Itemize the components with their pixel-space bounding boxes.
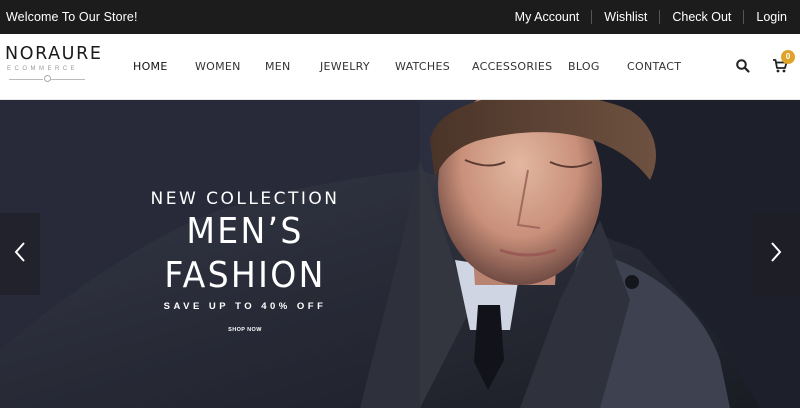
slider-next-button[interactable] <box>752 213 800 295</box>
nav-home[interactable]: HOME <box>133 60 168 74</box>
nav-women[interactable]: WOMEN <box>195 60 241 74</box>
hero-caption: NEW COLLECTION MEN’S FASHION SAVE UP TO … <box>110 188 380 336</box>
wishlist-link[interactable]: Wishlist <box>591 10 659 24</box>
my-account-link[interactable]: My Account <box>503 10 592 24</box>
hero-subtitle: NEW COLLECTION <box>150 189 340 209</box>
nav-blog[interactable]: BLOG <box>568 60 600 74</box>
site-header: NORAURE ECOMMERCE HOME WOMEN MEN JEWELRY… <box>0 34 800 100</box>
login-link[interactable]: Login <box>743 10 792 24</box>
nav-contact[interactable]: CONTACT <box>627 60 681 74</box>
checkout-link[interactable]: Check Out <box>659 10 743 24</box>
nav-accessories[interactable]: ACCESSORIES <box>472 60 552 74</box>
account-links: My Account Wishlist Check Out Login <box>503 0 792 34</box>
hero-offer: SAVE UP TO 40% OFF <box>163 301 327 312</box>
slider-prev-button[interactable] <box>0 213 40 295</box>
top-bar: Welcome To Our Store! My Account Wishlis… <box>0 0 800 34</box>
nav-watches[interactable]: WATCHES <box>395 60 450 74</box>
search-icon[interactable] <box>735 58 753 76</box>
nav-men[interactable]: MEN <box>265 60 291 74</box>
main-nav: HOME WOMEN MEN JEWELRY WATCHES ACCESSORI… <box>0 34 800 100</box>
nav-jewelry[interactable]: JEWELRY <box>320 60 370 74</box>
shop-now-button[interactable]: SHOP NOW <box>228 327 262 333</box>
hero-slider: NEW COLLECTION MEN’S FASHION SAVE UP TO … <box>0 100 800 408</box>
welcome-message: Welcome To Our Store! <box>6 10 138 24</box>
chevron-left-icon <box>14 241 26 268</box>
hero-title: MEN’S FASHION <box>164 211 326 296</box>
cart-count-badge: 0 <box>781 50 795 64</box>
chevron-right-icon <box>770 241 782 268</box>
